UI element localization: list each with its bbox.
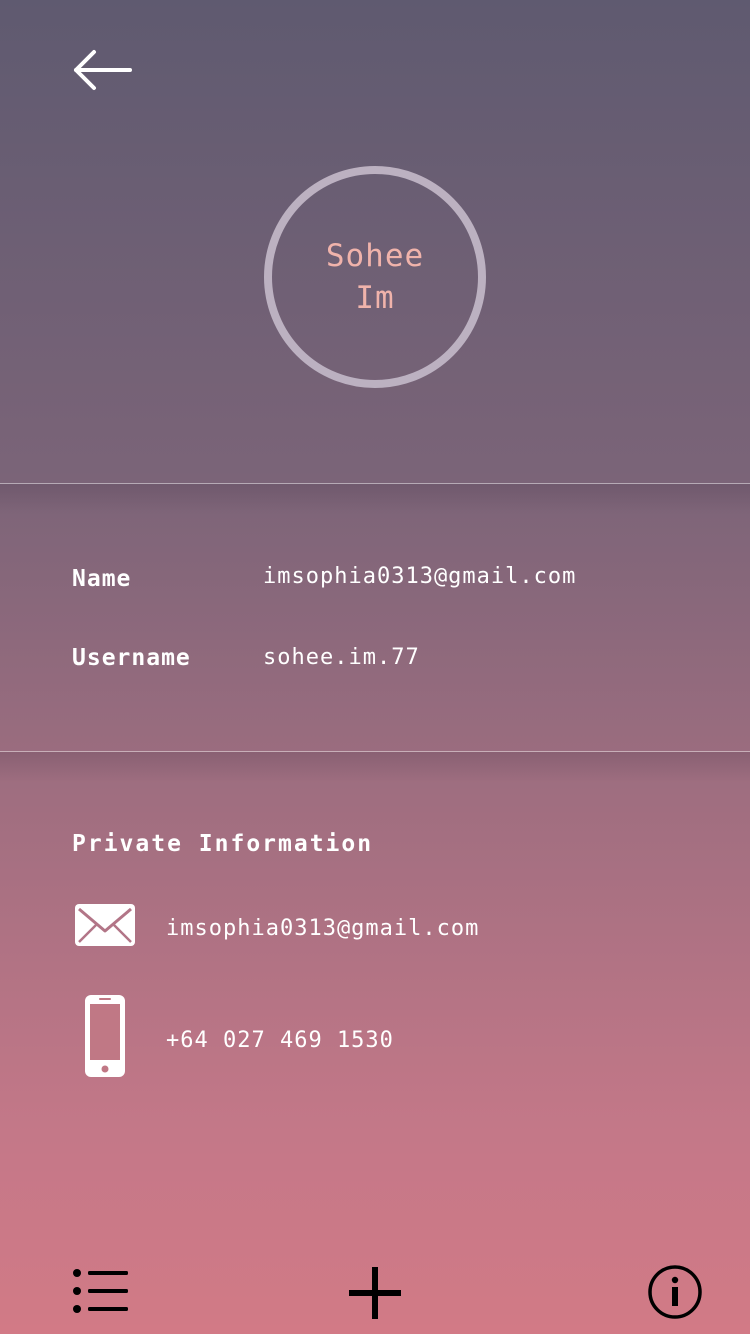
name-label: Name bbox=[72, 566, 132, 592]
divider-shadow bbox=[0, 484, 750, 514]
envelope-icon bbox=[74, 903, 136, 947]
divider-shadow bbox=[0, 752, 750, 782]
list-button[interactable] bbox=[72, 1268, 130, 1314]
name-value: imsophia0313@gmail.com bbox=[263, 564, 577, 589]
private-information-title: Private Information bbox=[72, 831, 374, 857]
email-value[interactable]: imsophia0313@gmail.com bbox=[166, 916, 479, 941]
list-icon bbox=[73, 1269, 128, 1313]
avatar-first-name: Sohee bbox=[325, 238, 425, 274]
info-icon bbox=[648, 1265, 702, 1319]
smartphone-icon bbox=[84, 994, 126, 1078]
back-button[interactable] bbox=[70, 48, 134, 92]
plus-icon bbox=[349, 1267, 401, 1319]
phone-value[interactable]: +64 027 469 1530 bbox=[166, 1028, 394, 1053]
add-button[interactable] bbox=[347, 1265, 403, 1321]
avatar: Sohee Im bbox=[264, 166, 486, 388]
avatar-last-name: Im bbox=[355, 280, 395, 316]
info-button[interactable] bbox=[647, 1264, 703, 1320]
arrow-left-icon bbox=[74, 50, 132, 90]
username-value: sohee.im.77 bbox=[263, 645, 420, 670]
username-label: Username bbox=[72, 645, 191, 671]
